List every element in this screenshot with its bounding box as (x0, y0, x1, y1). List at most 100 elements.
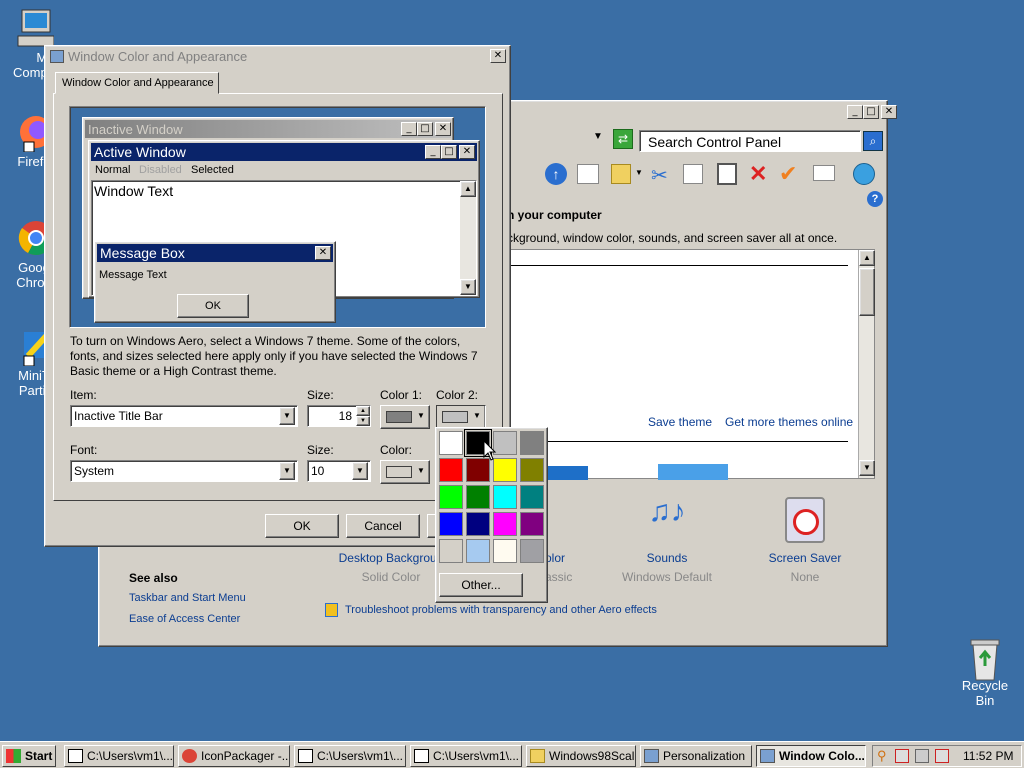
mail-icon[interactable] (813, 165, 835, 181)
sounds-item[interactable]: ♫♪ Sounds Windows Default (607, 495, 727, 584)
preview-scroll-up: ▲ (460, 181, 476, 197)
search-icon[interactable]: ⚲ (877, 748, 887, 764)
theme-thumbnail[interactable] (548, 466, 588, 480)
taskbar-item-windows98scale[interactable]: Windows98Scal... (526, 745, 636, 767)
font-size-select[interactable]: 10 ▼ (307, 460, 371, 482)
desktop-icon-recycle-bin[interactable]: Recycle Bin (952, 636, 1018, 708)
cut-icon[interactable]: ✂ (651, 163, 668, 188)
color-swatch[interactable] (439, 512, 463, 536)
clock[interactable]: 11:52 PM (963, 749, 1013, 763)
copy-icon[interactable] (683, 164, 703, 184)
color-swatch[interactable] (466, 485, 490, 509)
color-swatch[interactable] (520, 431, 544, 455)
network-icon[interactable] (895, 749, 909, 763)
theme-thumbnail[interactable] (658, 464, 728, 480)
color-swatch[interactable] (520, 539, 544, 563)
chevron-down-icon[interactable]: ▼ (352, 462, 368, 480)
font-value: System (74, 464, 115, 478)
tab-window-color[interactable]: Window Color and Appearance (55, 72, 219, 94)
troubleshoot-link[interactable]: Troubleshoot problems with transparency … (345, 604, 657, 616)
search-input[interactable]: Search Control Panel (639, 130, 861, 152)
taskbar-item-7zip-1[interactable]: C:\Users\vm1\... (64, 745, 174, 767)
save-theme-link[interactable]: Save theme (648, 415, 712, 429)
color-swatch[interactable] (439, 458, 463, 482)
color1-swatch (386, 411, 412, 423)
maximize-button[interactable]: □ (863, 105, 879, 119)
other-color-button[interactable]: Other... (439, 573, 523, 597)
color-swatch[interactable] (439, 431, 463, 455)
taskbar-item-7zip-3[interactable]: C:\Users\vm1\... (410, 745, 522, 767)
ok-button[interactable]: OK (265, 514, 339, 538)
msgbox-text: Message Text (99, 269, 167, 281)
preview-message-box: Message Box ✕ Message Text OK (94, 241, 336, 323)
minimize-button[interactable]: _ (847, 105, 863, 119)
views-icon[interactable] (611, 164, 631, 184)
shield-icon (325, 603, 338, 617)
properties-icon[interactable]: ✔ (779, 161, 797, 187)
address-dropdown-arrow[interactable]: ▼ (593, 131, 607, 145)
preview-close-button: ✕ (459, 145, 475, 159)
search-icon[interactable]: ⌕ (863, 131, 883, 151)
color-swatch[interactable] (520, 458, 544, 482)
computer-icon (14, 8, 55, 48)
close-button[interactable]: ✕ (881, 105, 897, 119)
color-swatch[interactable] (493, 539, 517, 563)
taskbar-item-iconpackager[interactable]: IconPackager -... (178, 745, 290, 767)
tab-label: Window Color and Appearance (62, 77, 214, 89)
taskbar-start-menu-link[interactable]: Taskbar and Start Menu (129, 592, 246, 604)
start-button[interactable]: Start (2, 745, 56, 767)
dialog-close-button[interactable]: ✕ (490, 49, 506, 63)
color2-button[interactable]: ▼ (436, 405, 486, 429)
scroll-up-arrow[interactable]: ▲ (859, 250, 875, 266)
chevron-down-icon[interactable]: ▼ (279, 462, 295, 480)
ease-of-access-link[interactable]: Ease of Access Center (129, 613, 240, 625)
size-down-arrow[interactable]: ▼ (356, 416, 370, 426)
font-color-button[interactable]: ▼ (380, 460, 430, 484)
chevron-down-icon[interactable]: ▼ (279, 407, 295, 425)
color-swatch[interactable] (520, 485, 544, 509)
refresh-icon[interactable]: ⇄ (613, 129, 633, 149)
color-swatch[interactable] (520, 512, 544, 536)
color-swatch[interactable] (466, 512, 490, 536)
volume-icon[interactable] (935, 749, 949, 763)
font-size-value: 10 (311, 464, 325, 478)
menu-selected: Selected (191, 164, 234, 176)
desktop-background-item[interactable]: Desktop Backgroun Solid Color (335, 551, 447, 584)
get-more-themes-link[interactable]: Get more themes online (725, 415, 853, 429)
task-label: Windows98Scal... (549, 749, 636, 763)
other-color-label: Other... (461, 578, 501, 592)
scroll-down-arrow[interactable]: ▼ (859, 460, 875, 476)
font-select[interactable]: System ▼ (70, 460, 298, 482)
chevron-down-icon: ▼ (473, 411, 481, 420)
msgbox-title: Message Box (100, 245, 185, 261)
size-stepper[interactable]: 18 ▲ ▼ (307, 405, 371, 427)
delete-icon[interactable]: ✕ (749, 161, 767, 187)
window-color-item[interactable]: olor assic (545, 551, 585, 584)
active-window-title: Active Window (94, 144, 186, 160)
window-text: Window Text (94, 183, 174, 199)
screen-saver-item[interactable]: Screen Saver None (749, 497, 861, 584)
up-folder-icon[interactable]: ↑ (545, 163, 567, 185)
color-swatch[interactable] (439, 485, 463, 509)
taskbar-item-7zip-2[interactable]: C:\Users\vm1\... (294, 745, 406, 767)
taskbar-item-personalization[interactable]: Personalization (640, 745, 752, 767)
theme-list: Save theme Get more themes online ▲ ▼ (507, 249, 875, 480)
scroll-thumb[interactable] (859, 268, 875, 316)
views-dropdown-icon[interactable]: ▼ (635, 168, 643, 177)
color-swatch[interactable] (466, 539, 490, 563)
scrollbar[interactable]: ▲ ▼ (858, 250, 875, 478)
cancel-button[interactable]: Cancel (346, 514, 420, 538)
page-description: ckground, window color, sounds, and scre… (507, 231, 838, 245)
color-swatch[interactable] (493, 512, 517, 536)
globe-icon[interactable] (853, 163, 875, 185)
size-up-arrow[interactable]: ▲ (356, 406, 370, 416)
item-select[interactable]: Inactive Title Bar ▼ (70, 405, 298, 427)
action-center-icon[interactable] (915, 749, 929, 763)
color-swatch[interactable] (493, 485, 517, 509)
color-swatch[interactable] (439, 539, 463, 563)
color1-button[interactable]: ▼ (380, 405, 430, 429)
help-icon[interactable]: ? (867, 191, 883, 207)
panes-icon[interactable] (577, 164, 599, 184)
taskbar-item-window-color[interactable]: Window Colo... (756, 745, 866, 767)
paste-icon[interactable] (717, 163, 737, 185)
